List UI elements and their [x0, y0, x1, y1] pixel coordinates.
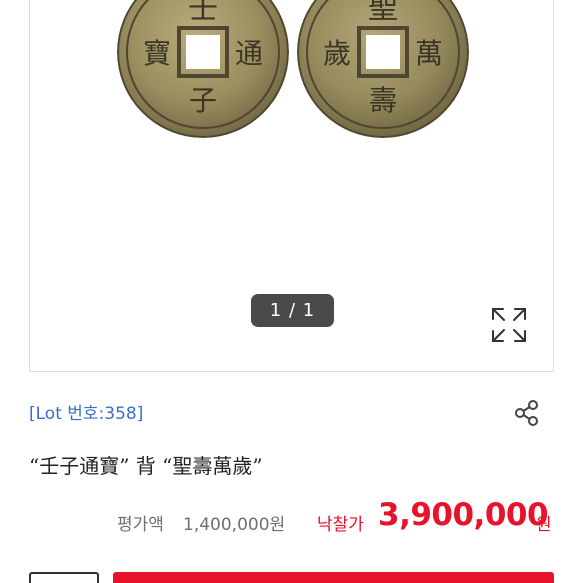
secondary-action-button[interactable] — [29, 572, 99, 583]
lot-detail-page: 壬 通 子 寶 聖 萬 壽 歲 1 / 1 [Lot 번호:358] “壬子通寶… — [0, 0, 583, 583]
coin-obverse-char-top: 壬 — [188, 0, 218, 26]
winning-bid-label: 낙찰가 — [317, 515, 364, 535]
lot-title: “壬子通寶” 背 “聖壽萬歲” — [29, 454, 263, 478]
coin-reverse-image: 聖 萬 壽 歲 — [297, 0, 469, 138]
primary-action-button[interactable] — [113, 572, 554, 583]
coin-reverse-char-bottom: 壽 — [369, 84, 397, 117]
winning-bid-unit: 원 — [536, 515, 552, 535]
coin-obverse-image: 壬 通 子 寶 — [117, 0, 289, 138]
coin-obverse-char-bottom: 子 — [189, 84, 217, 117]
expand-icon[interactable] — [490, 306, 528, 344]
estimate-value: 1,400,000원 — [183, 515, 286, 535]
image-viewer[interactable]: 壬 通 子 寶 聖 萬 壽 歲 1 / 1 — [29, 0, 554, 372]
share-icon[interactable] — [512, 398, 542, 428]
coin-obverse-char-left: 寶 — [143, 37, 171, 70]
lot-number: [Lot 번호:358] — [29, 404, 144, 424]
winning-bid-value: 3,900,000 — [378, 497, 549, 533]
coin-reverse-char-left: 歲 — [323, 37, 351, 70]
coin-reverse-char-right: 萬 — [415, 37, 443, 70]
coin-reverse-char-top: 聖 — [368, 0, 398, 26]
coin-obverse-char-right: 通 — [235, 37, 263, 70]
image-counter-badge: 1 / 1 — [251, 294, 334, 327]
estimate-label: 평가액 — [117, 515, 164, 535]
